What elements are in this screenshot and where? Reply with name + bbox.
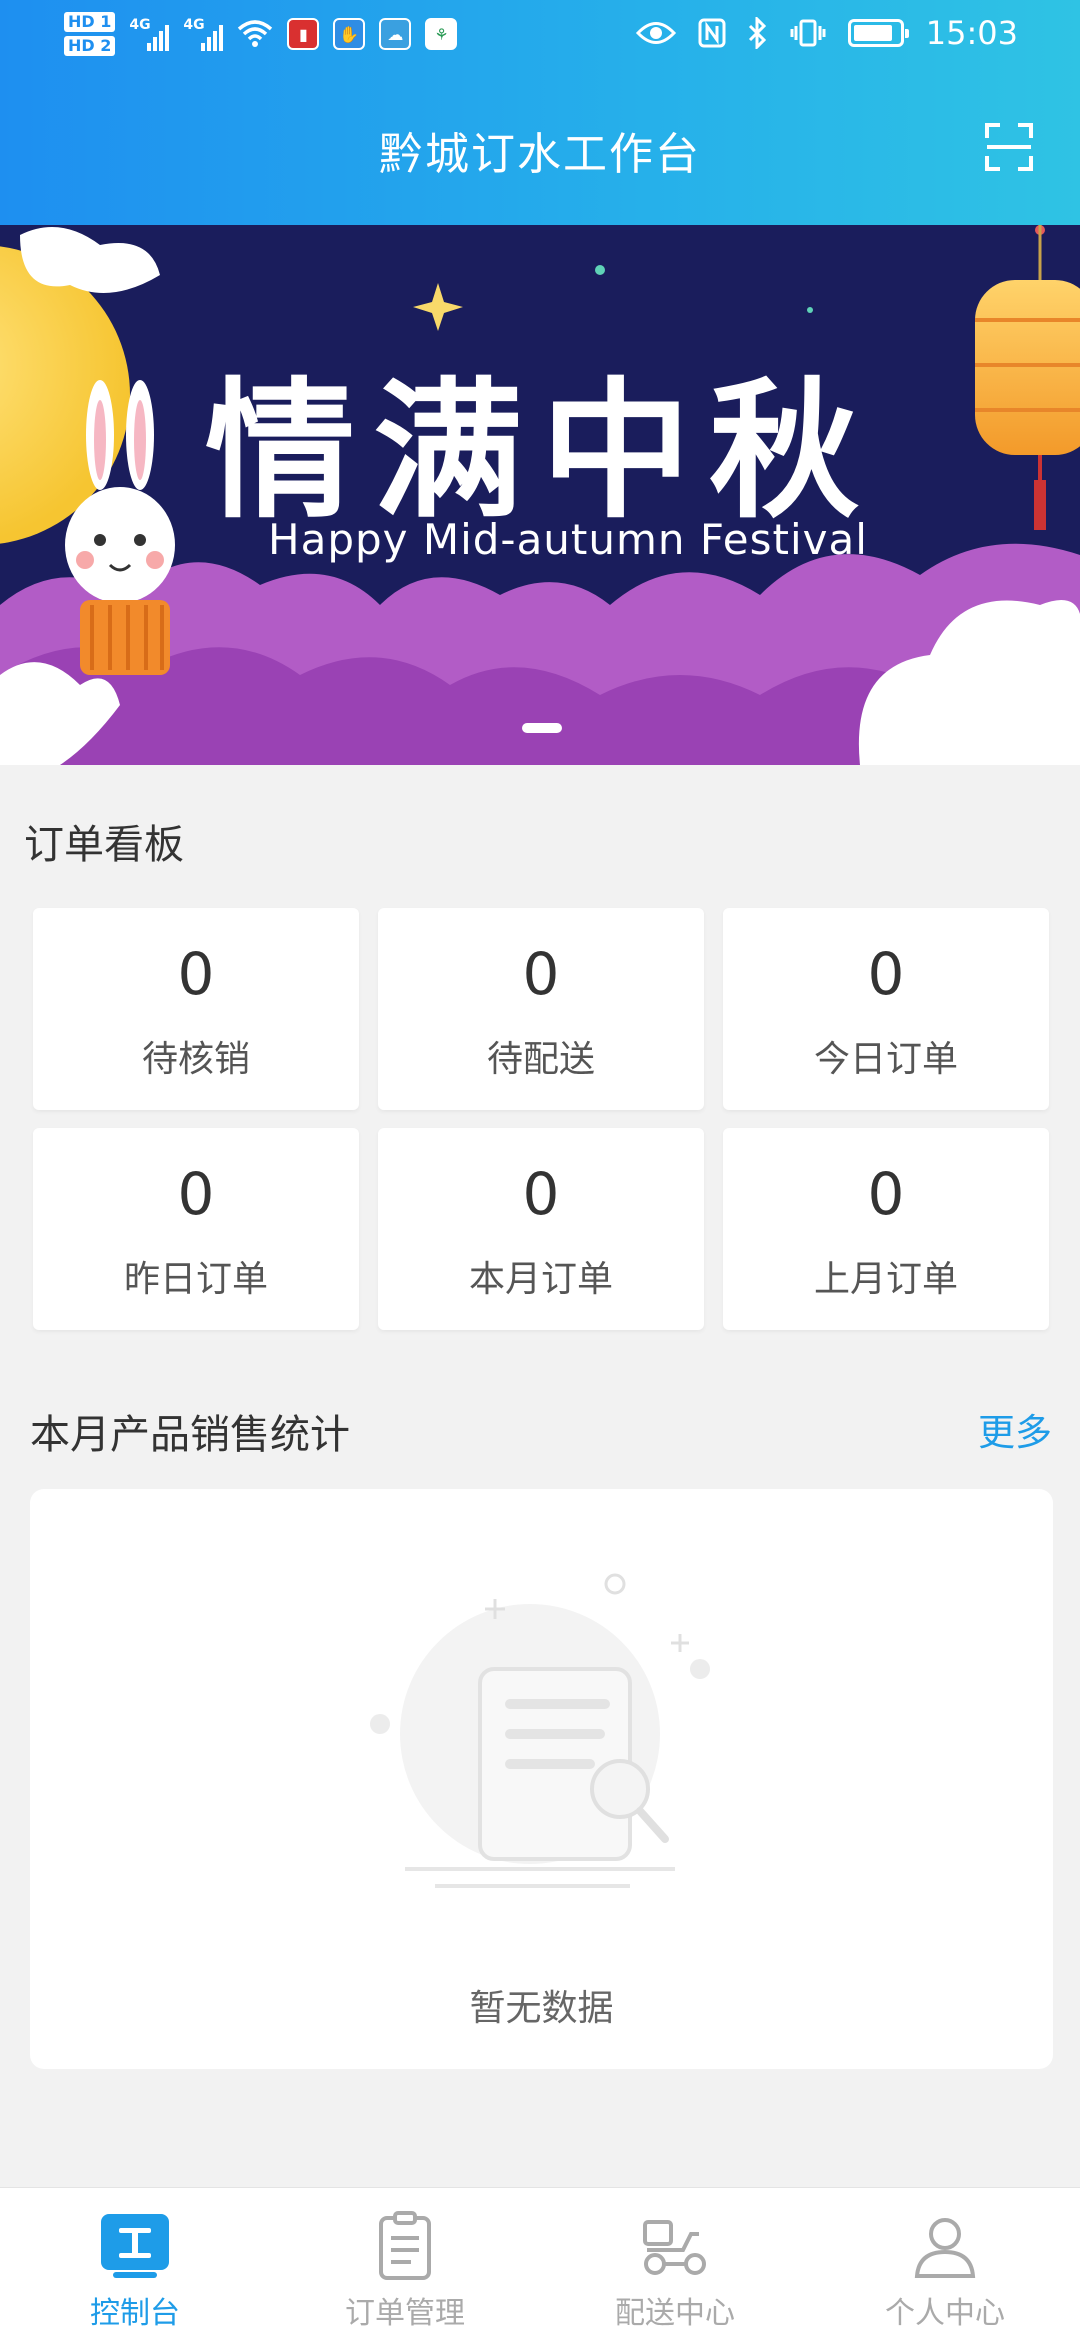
status-bar: HD 1 HD 2 4G 4G ▮ ✋ ☁ ⚘ 15:03 bbox=[0, 0, 1080, 75]
vibrate-icon bbox=[790, 19, 826, 47]
stat-value: 0 bbox=[177, 940, 215, 1008]
stat-label: 今日订单 bbox=[813, 1039, 958, 1080]
signal-1-icon: 4G bbox=[129, 17, 170, 51]
app-icon-red: ▮ bbox=[287, 18, 320, 50]
order-board: 0 待核销 0 待配送 0 今日订单 0 昨日订单 0 本月订单 0 上月订单 bbox=[33, 908, 1053, 1330]
user-icon bbox=[914, 2218, 976, 2278]
console-icon bbox=[101, 2214, 169, 2278]
sim2-badge: HD 2 bbox=[64, 36, 116, 56]
stat-card-today-orders[interactable]: 0 今日订单 bbox=[723, 908, 1049, 1110]
clipboard-icon bbox=[379, 2211, 431, 2280]
network2-label: 4G bbox=[183, 17, 205, 33]
cloud-icon: ☁ bbox=[379, 18, 412, 50]
nfc-icon bbox=[698, 18, 726, 48]
stat-value: 0 bbox=[867, 1160, 905, 1228]
tab-delivery-center[interactable]: 配送中心 bbox=[540, 2188, 810, 2340]
stat-value: 0 bbox=[522, 1160, 560, 1228]
stat-value: 0 bbox=[177, 1160, 215, 1228]
bluetooth-icon bbox=[748, 17, 766, 49]
empty-state-illustration bbox=[370, 1573, 710, 1888]
sim-indicators: HD 1 HD 2 bbox=[64, 12, 116, 56]
tab-console[interactable]: 控制台 bbox=[0, 2188, 270, 2340]
stat-card-last-month-orders[interactable]: 0 上月订单 bbox=[723, 1128, 1049, 1330]
tab-order-management[interactable]: 订单管理 bbox=[270, 2188, 540, 2340]
stat-label: 昨日订单 bbox=[123, 1259, 268, 1300]
wifi-icon bbox=[238, 20, 273, 47]
empty-state-text: 暂无数据 bbox=[469, 1988, 614, 2029]
eye-icon bbox=[635, 22, 676, 44]
banner-subtitle: Happy Mid-autumn Festival bbox=[268, 515, 868, 564]
stat-card-yesterday-orders[interactable]: 0 昨日订单 bbox=[33, 1128, 359, 1330]
sim1-badge: HD 1 bbox=[64, 12, 116, 32]
clock: 15:03 bbox=[925, 14, 1018, 52]
tab-personal-center[interactable]: 个人中心 bbox=[810, 2188, 1080, 2340]
network1-label: 4G bbox=[129, 17, 151, 33]
status-right: 15:03 bbox=[635, 14, 1018, 52]
tab-label: 配送中心 bbox=[615, 2296, 735, 2331]
scan-icon[interactable] bbox=[984, 122, 1034, 172]
more-link[interactable]: 更多 bbox=[978, 1402, 1052, 1456]
stat-label: 待配送 bbox=[486, 1039, 595, 1080]
tab-label: 个人中心 bbox=[885, 2296, 1005, 2331]
scooter-icon bbox=[643, 2220, 706, 2275]
carousel-indicator bbox=[522, 723, 562, 733]
stat-value: 0 bbox=[522, 940, 560, 1008]
app-icon-green: ⚘ bbox=[425, 18, 458, 50]
status-left: HD 1 HD 2 4G 4G ▮ ✋ ☁ ⚘ bbox=[64, 12, 458, 56]
page-title: 黔城订水工作台 bbox=[379, 129, 701, 180]
signal-2-icon: 4G bbox=[183, 17, 224, 51]
sales-stats-panel: 暂无数据 bbox=[30, 1489, 1053, 2069]
stat-card-month-orders[interactable]: 0 本月订单 bbox=[378, 1128, 704, 1330]
stat-label: 上月订单 bbox=[813, 1259, 958, 1300]
stat-card-pending-delivery[interactable]: 0 待配送 bbox=[378, 908, 704, 1110]
battery-icon bbox=[847, 19, 909, 47]
bottom-tab-bar: 控制台 订单管理 配送中心 个人中心 bbox=[0, 2187, 1080, 2340]
order-board-title: 订单看板 bbox=[24, 822, 184, 868]
tab-label: 控制台 bbox=[90, 2296, 180, 2331]
stat-label: 本月订单 bbox=[468, 1259, 613, 1300]
tab-label: 订单管理 bbox=[345, 2296, 465, 2331]
stat-card-pending-verify[interactable]: 0 待核销 bbox=[33, 908, 359, 1110]
promo-banner[interactable]: 情满中秋 Happy Mid-autumn Festival bbox=[0, 225, 1080, 765]
stat-label: 待核销 bbox=[141, 1039, 250, 1080]
stat-value: 0 bbox=[867, 940, 905, 1008]
hand-icon: ✋ bbox=[333, 18, 366, 50]
sales-stats-title: 本月产品销售统计 bbox=[30, 1412, 350, 1458]
app-header: HD 1 HD 2 4G 4G ▮ ✋ ☁ ⚘ 15:03 黔城订水工作台 bbox=[0, 0, 1080, 225]
